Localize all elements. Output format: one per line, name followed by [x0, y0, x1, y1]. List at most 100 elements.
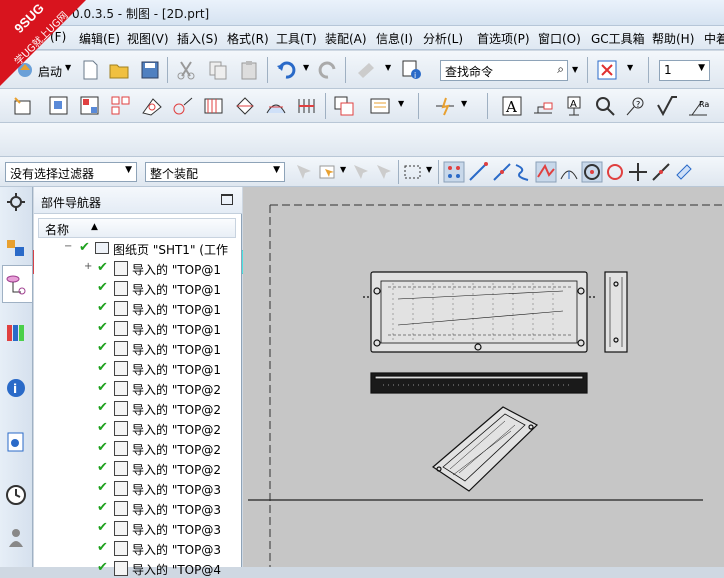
view-style-dropdown-icon[interactable]: ▼ [398, 99, 404, 108]
start-icon[interactable] [14, 59, 36, 81]
menu-edit[interactable]: 编辑(E) [79, 30, 120, 47]
checkmark-icon[interactable]: ✔ [97, 420, 108, 435]
revolved-section-icon[interactable] [234, 95, 256, 117]
select-general-icon[interactable] [293, 161, 315, 183]
projected-view-icon[interactable] [79, 95, 101, 117]
drawing-view-icon[interactable] [110, 95, 132, 117]
fit-view-icon[interactable] [596, 59, 618, 81]
snap-existing-point-icon[interactable] [443, 161, 465, 183]
clock-icon[interactable] [5, 484, 27, 506]
select-all-icon[interactable] [317, 161, 339, 183]
undo-dropdown-icon[interactable]: ▼ [303, 63, 309, 72]
tree-row[interactable]: + ✔ 导入的 "TOP@1 [34, 258, 238, 278]
snap-center-icon[interactable] [581, 161, 603, 183]
tree-row[interactable]: ✔ 导入的 "TOP@2 [34, 438, 238, 458]
checkmark-icon[interactable]: ✔ [97, 300, 108, 315]
snap-arc-center-icon[interactable] [558, 161, 580, 183]
note-icon[interactable]: A [501, 95, 523, 117]
select-all-dropdown-icon[interactable]: ▼ [340, 165, 346, 174]
surface-finish-icon[interactable] [656, 95, 678, 117]
type-filter-select[interactable]: 没有选择过滤器 ▼ [5, 162, 137, 182]
expand-icon[interactable]: + [84, 261, 92, 272]
sort-ascending-icon[interactable]: ▲ [91, 222, 98, 232]
checkmark-icon[interactable]: ✔ [97, 320, 108, 335]
open-folder-icon[interactable] [108, 59, 130, 81]
tree-row[interactable]: ✔ 导入的 "TOP@4 [34, 558, 238, 578]
checkmark-icon[interactable]: ✔ [97, 260, 108, 275]
checkmark-icon[interactable]: ✔ [97, 280, 108, 295]
snap-point-on-curve-icon[interactable] [627, 161, 649, 183]
undo-icon[interactable] [275, 59, 297, 81]
section-view-icon[interactable] [203, 95, 225, 117]
work-layer-select[interactable]: 1 ▼ [659, 60, 710, 81]
role-icon[interactable] [5, 527, 27, 549]
cut-icon[interactable] [175, 59, 197, 81]
snap-midpoint-icon[interactable] [491, 161, 513, 183]
checkmark-icon[interactable]: ✔ [97, 360, 108, 375]
menu-window[interactable]: 窗口(O) [538, 30, 581, 47]
command-finder-dropdown-icon[interactable]: ▼ [572, 65, 578, 74]
collapse-icon[interactable]: − [64, 241, 72, 252]
menu-gc-toolbox[interactable]: GC工具箱 [591, 30, 645, 47]
checkmark-icon[interactable]: ✔ [97, 520, 108, 535]
new-sheet-icon[interactable] [12, 95, 34, 117]
web-browser-icon[interactable]: i [5, 377, 27, 399]
checkmark-icon[interactable]: ✔ [97, 340, 108, 355]
datum-feature-icon[interactable]: A [563, 95, 585, 117]
start-dropdown-icon[interactable]: ▼ [65, 63, 71, 72]
tree-row[interactable]: ✔ 导入的 "TOP@2 [34, 398, 238, 418]
copy-icon[interactable] [207, 59, 229, 81]
tree-row[interactable]: ✔ 导入的 "TOP@2 [34, 378, 238, 398]
checkmark-icon[interactable]: ✔ [97, 560, 108, 575]
tree-row[interactable]: ✔ 导入的 "TOP@2 [34, 418, 238, 438]
tree-row[interactable]: ✔ 导入的 "TOP@1 [34, 318, 238, 338]
part-navigator-icon[interactable] [5, 273, 27, 295]
select-face-icon[interactable] [373, 161, 395, 183]
menu-format[interactable]: 格式(R) [227, 30, 269, 47]
checkmark-icon[interactable]: ✔ [97, 400, 108, 415]
select-feature-icon[interactable] [350, 161, 372, 183]
chevron-down-icon[interactable]: ▼ [273, 165, 280, 175]
base-view-icon[interactable] [48, 95, 70, 117]
snap-tangent-icon[interactable] [650, 161, 672, 183]
maximize-icon[interactable] [221, 194, 233, 205]
auto-dimension-dropdown-icon[interactable]: ▼ [461, 99, 467, 108]
save-icon[interactable] [139, 59, 161, 81]
info-icon[interactable]: i [401, 59, 423, 81]
half-section-icon[interactable] [265, 95, 287, 117]
folded-section-icon[interactable] [296, 95, 318, 117]
fit-view-dropdown-icon[interactable]: ▼ [627, 63, 633, 72]
redo-icon[interactable] [317, 59, 339, 81]
new-file-icon[interactable] [79, 59, 101, 81]
detail-view-icon[interactable] [141, 95, 163, 117]
weld-symbol-icon[interactable]: Ra [687, 95, 709, 117]
rectangle-select-icon[interactable] [402, 161, 424, 183]
command-finder[interactable]: 查找命令 ⌕ [440, 60, 568, 81]
tree-row[interactable]: ✔ 导入的 "TOP@2 [34, 458, 238, 478]
start-button[interactable]: 启动 [38, 63, 62, 80]
checkmark-icon[interactable]: ✔ [97, 480, 108, 495]
assembly-navigator-icon[interactable] [5, 237, 27, 259]
snap-control-point-icon[interactable] [512, 161, 534, 183]
tree-row[interactable]: ✔ 导入的 "TOP@3 [34, 538, 238, 558]
symbol-icon[interactable]: ? [625, 95, 647, 117]
menu-more[interactable]: 中着 [704, 30, 724, 47]
search-icon[interactable]: ⌕ [557, 62, 564, 77]
menu-view[interactable]: 视图(V) [127, 30, 169, 47]
feature-control-frame-icon[interactable] [532, 95, 554, 117]
chevron-down-icon[interactable]: ▼ [698, 63, 705, 73]
command-finder-input[interactable]: 查找命令 [445, 65, 493, 79]
break-view-icon[interactable] [172, 95, 194, 117]
checkmark-icon[interactable]: ✔ [97, 540, 108, 555]
menu-analysis[interactable]: 分析(L) [423, 30, 463, 47]
update-views-icon[interactable] [333, 95, 355, 117]
checkmark-icon[interactable]: ✔ [97, 380, 108, 395]
menu-preferences[interactable]: 首选项(P) [477, 30, 530, 47]
menu-file[interactable]: (F) [50, 30, 66, 44]
menu-assembly[interactable]: 装配(A) [325, 30, 367, 47]
checkmark-icon[interactable]: ✔ [97, 460, 108, 475]
snap-settings-icon[interactable] [673, 161, 695, 183]
repeat-dropdown-icon[interactable]: ▼ [385, 63, 391, 72]
repeat-command-icon[interactable] [355, 59, 377, 81]
view-style-icon[interactable] [369, 95, 391, 117]
